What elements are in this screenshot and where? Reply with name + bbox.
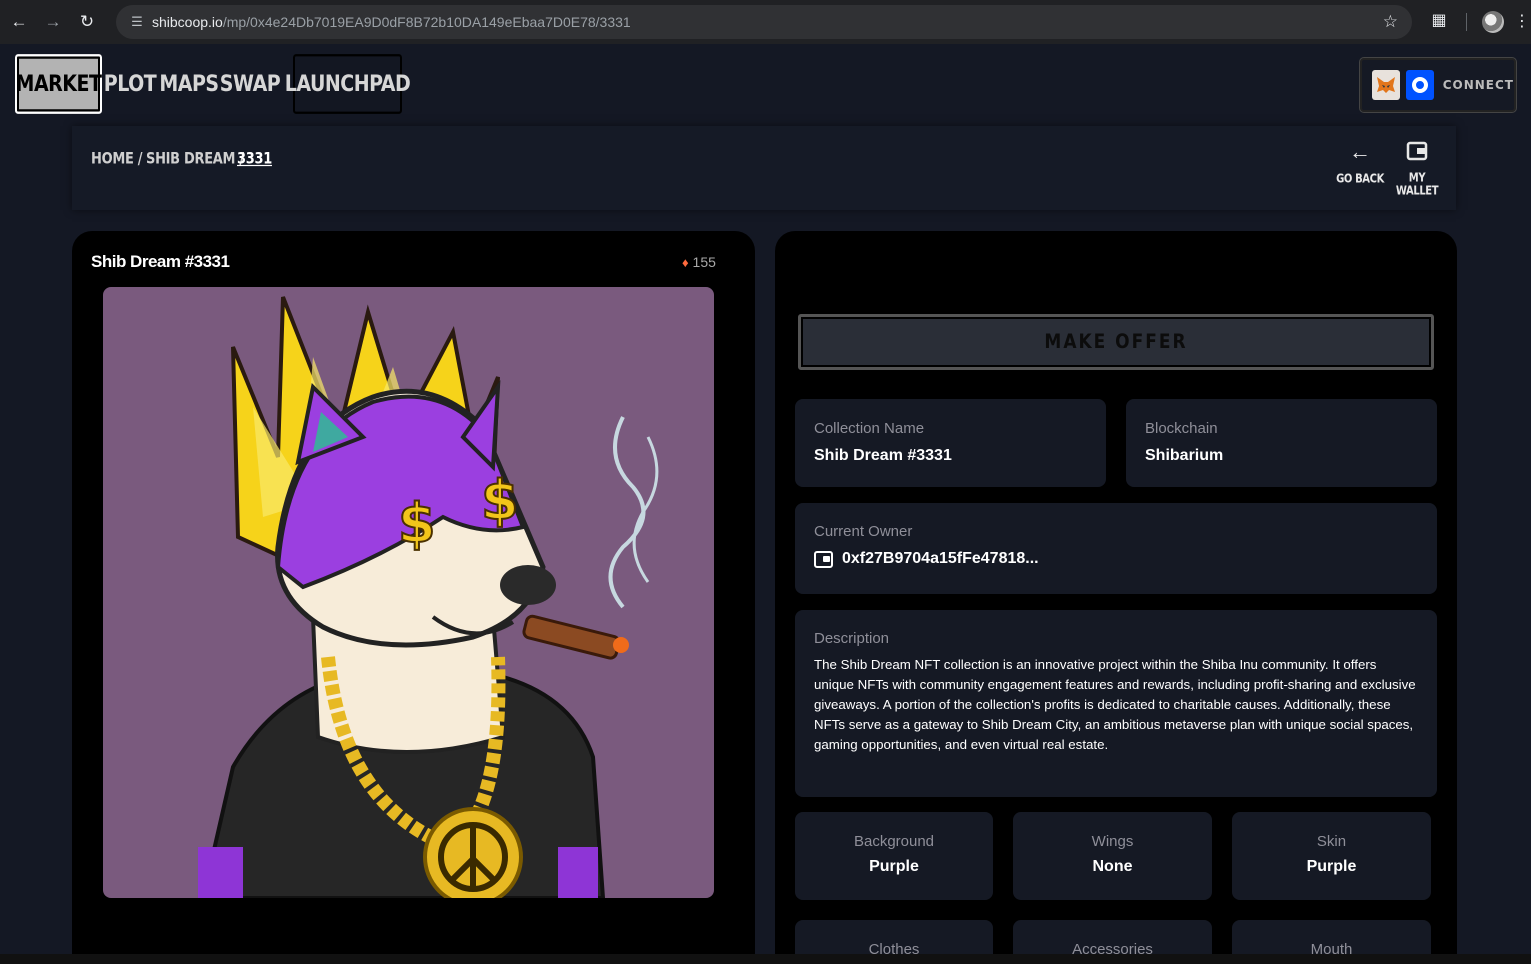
wallet-icon bbox=[814, 550, 833, 568]
my-wallet-label: MY WALLET bbox=[1395, 171, 1439, 199]
connect-button[interactable]: CONNECT bbox=[1359, 57, 1517, 113]
nav-launchpad[interactable]: LAUNCHPAD bbox=[285, 54, 411, 114]
metamask-fox-icon bbox=[1372, 70, 1400, 100]
blockchain-label: Blockchain bbox=[1145, 420, 1218, 437]
description-box: Description The Shib Dream NFT collectio… bbox=[795, 610, 1437, 797]
make-offer-label: MAKE OFFER bbox=[1044, 330, 1188, 354]
nav-market[interactable]: MARKET bbox=[15, 54, 102, 114]
menu-kebab-icon[interactable]: ⋮ bbox=[1514, 11, 1530, 31]
breadcrumb bbox=[72, 126, 1456, 210]
forward-arrow-icon[interactable]: → bbox=[38, 7, 68, 37]
collection-name-value: Shib Dream #3331 bbox=[814, 447, 952, 464]
current-owner-label: Current Owner bbox=[814, 523, 913, 540]
go-back-button[interactable]: ← GO BACK bbox=[1332, 139, 1388, 187]
nft-image[interactable]: $ $ bbox=[103, 287, 714, 898]
breadcrumb-current[interactable]: 3331 bbox=[237, 151, 272, 169]
browser-toolbar: ← → ↻ ☰ shibcoop.io/mp/0x4e24Db7019EA9D0… bbox=[0, 0, 1531, 44]
back-arrow-icon[interactable]: ← bbox=[4, 7, 34, 37]
arrow-left-icon: ← bbox=[1349, 139, 1371, 164]
trait-value: Purple bbox=[869, 858, 919, 875]
svg-text:$: $ bbox=[481, 469, 519, 532]
url-path: /mp/0x4e24Db7019EA9D0dF8B72b10DA149eEbaa… bbox=[222, 14, 631, 30]
profile-avatar[interactable] bbox=[1482, 11, 1504, 33]
trait-value: Purple bbox=[1306, 858, 1357, 875]
description-text: The Shib Dream NFT collection is an inno… bbox=[814, 657, 1416, 752]
rank-value: 155 bbox=[692, 254, 716, 270]
trait-label: Wings bbox=[1091, 833, 1134, 850]
current-owner-box: Current Owner 0xf27B9704a15fFe47818... bbox=[795, 503, 1437, 594]
url-host: shibcoop.io bbox=[152, 14, 223, 30]
breadcrumb-home[interactable]: HOME / bbox=[91, 151, 143, 169]
nft-title: Shib Dream #3331 bbox=[91, 252, 230, 271]
trait-label: Background bbox=[853, 833, 935, 850]
nav-maps[interactable]: MAPS bbox=[159, 54, 219, 114]
my-wallet-button[interactable]: MY WALLET bbox=[1389, 140, 1445, 199]
trait-value: None bbox=[1092, 858, 1133, 875]
window-bottom-edge bbox=[0, 954, 1531, 964]
owner-address-link[interactable]: 0xf27B9704a15fFe47818... bbox=[814, 550, 1418, 568]
collection-name-box: Collection Name Shib Dream #3331 bbox=[795, 399, 1106, 487]
bookmark-star-icon[interactable]: ☆ bbox=[1383, 12, 1398, 32]
reload-icon[interactable]: ↻ bbox=[72, 7, 102, 37]
nav-swap[interactable]: SWAP bbox=[220, 54, 281, 114]
trait-wings: Wings None bbox=[1013, 812, 1212, 900]
nav-plot[interactable]: PLOT bbox=[104, 54, 157, 114]
address-bar[interactable]: ☰ shibcoop.io/mp/0x4e24Db7019EA9D0dF8B72… bbox=[116, 5, 1412, 39]
blockchain-box: Blockchain Shibarium bbox=[1126, 399, 1437, 487]
toolbar-divider bbox=[1466, 13, 1467, 31]
svg-text:$: $ bbox=[398, 492, 436, 555]
description-label: Description bbox=[814, 630, 890, 647]
owner-address: 0xf27B9704a15fFe47818... bbox=[842, 550, 1039, 567]
breadcrumb-collection[interactable]: SHIB DREAM / bbox=[146, 151, 244, 169]
nft-rank: ♦ 155 bbox=[682, 254, 716, 270]
trait-label: Skin bbox=[1316, 833, 1347, 850]
blockchain-value: Shibarium bbox=[1145, 447, 1224, 464]
site-settings-icon[interactable]: ☰ bbox=[122, 14, 152, 30]
trait-skin: Skin Purple bbox=[1232, 812, 1431, 900]
trait-background: Background Purple bbox=[795, 812, 993, 900]
collection-name-label: Collection Name bbox=[814, 420, 925, 437]
connect-label: CONNECT bbox=[1442, 78, 1514, 92]
make-offer-button[interactable]: MAKE OFFER bbox=[798, 314, 1434, 370]
coinbase-wallet-icon bbox=[1405, 70, 1434, 100]
go-back-label: GO BACK bbox=[1336, 172, 1384, 187]
gem-icon: ♦ bbox=[682, 255, 689, 270]
wallet-icon bbox=[1389, 140, 1445, 168]
extensions-icon[interactable]: ▦ bbox=[1428, 10, 1450, 32]
